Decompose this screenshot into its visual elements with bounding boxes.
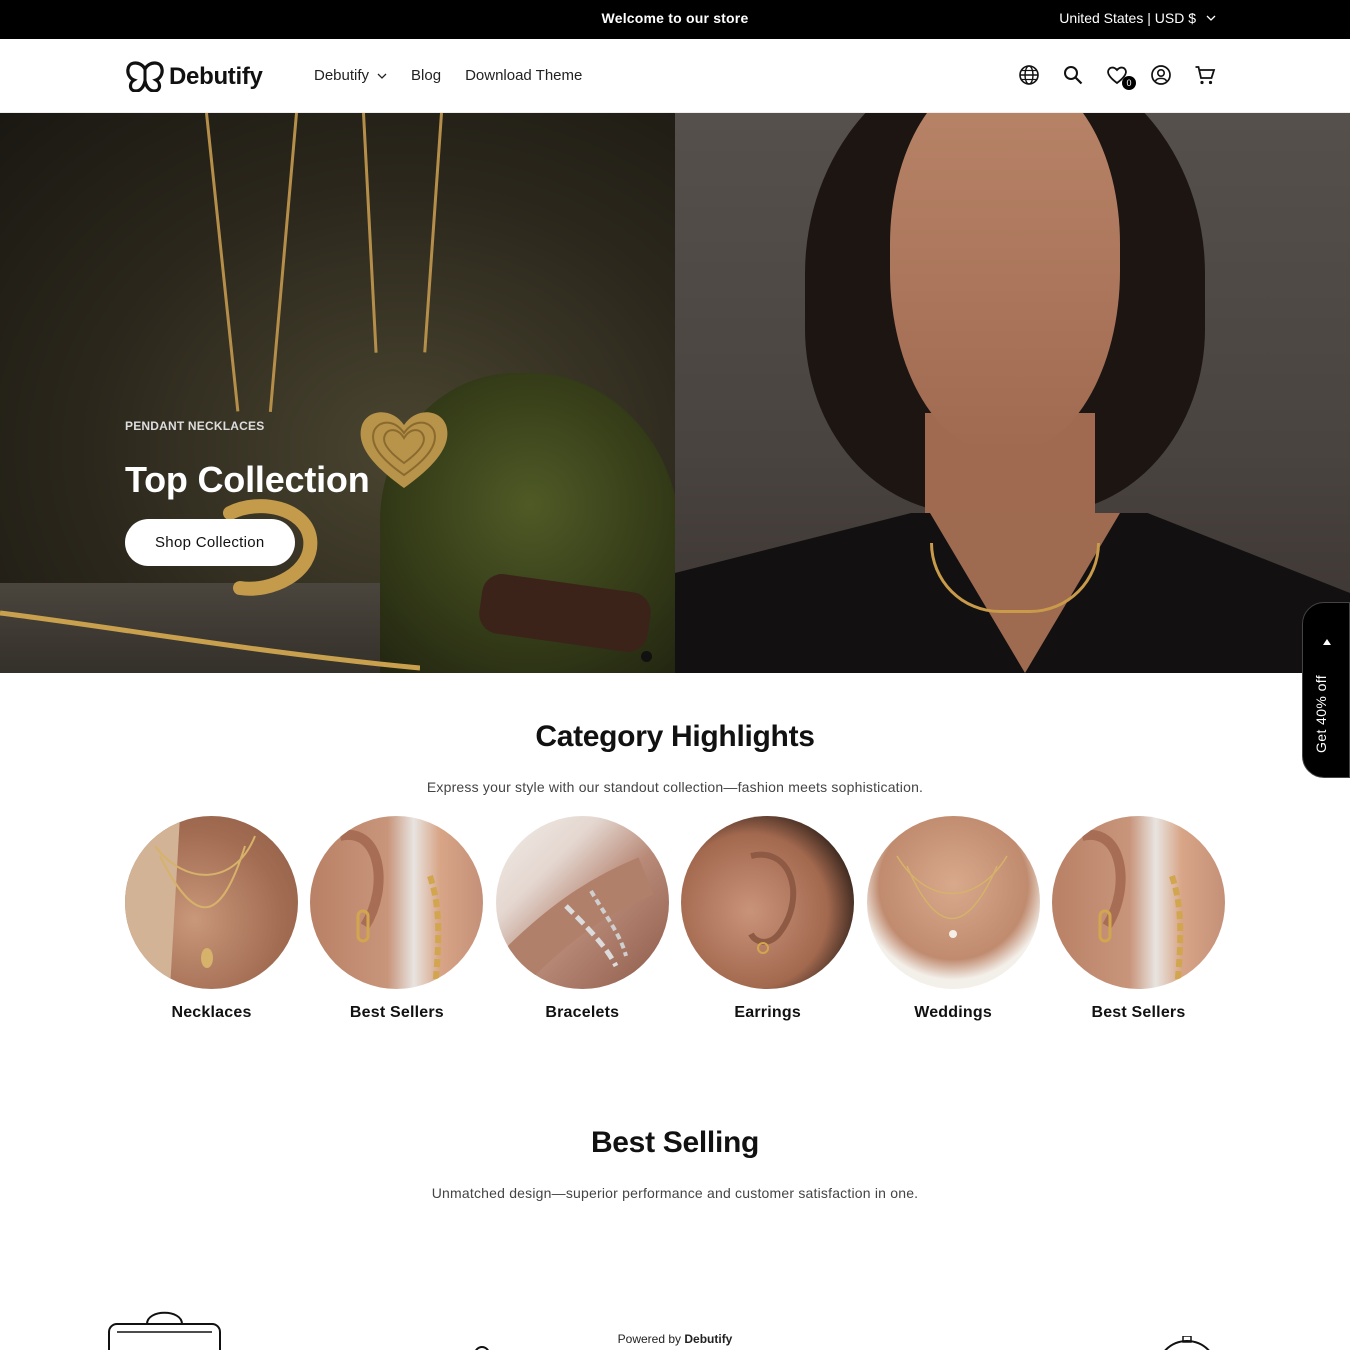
category-item-bracelets[interactable]: Bracelets — [495, 816, 669, 1022]
hero-image-necklace — [0, 113, 680, 673]
header-icons: 0 — [1018, 63, 1216, 90]
hero-banner: PENDANT NECKLACES Top Collection Shop Co… — [0, 113, 1350, 673]
category-image — [866, 816, 1040, 989]
chevron-down-icon — [377, 73, 387, 79]
category-highlights-title: Category Highlights — [535, 720, 815, 753]
category-image — [125, 816, 298, 989]
category-image — [1051, 816, 1225, 989]
model-face — [890, 113, 1120, 453]
category-item-best-sellers-2[interactable]: Best Sellers — [1051, 816, 1225, 1022]
wishlist-heart-icon[interactable]: 0 — [1106, 63, 1136, 90]
globe-icon[interactable] — [1018, 63, 1040, 87]
hero-chain — [268, 113, 298, 412]
wishlist-count-badge: 0 — [1122, 76, 1136, 90]
category-image — [681, 816, 855, 989]
best-selling-title: Best Selling — [590, 1126, 760, 1159]
hero-chain — [205, 113, 240, 412]
category-image — [495, 816, 669, 989]
nav-item-label: Download Theme — [465, 67, 583, 84]
nav-item-download-theme[interactable]: Download Theme — [465, 67, 582, 84]
hero-chain — [423, 113, 443, 353]
category-label: Bracelets — [545, 1004, 620, 1021]
category-item-necklaces[interactable]: Necklaces — [125, 816, 298, 1022]
hero-content: PENDANT NECKLACES Top Collection Shop Co… — [125, 419, 370, 566]
nav-item-label: Blog — [411, 67, 442, 84]
logo[interactable]: Debutify — [125, 61, 263, 92]
ring-icon — [474, 1346, 490, 1350]
main-nav: Debutify Blog Download Theme — [314, 67, 582, 84]
slider-dot-active[interactable] — [641, 651, 652, 662]
logo-text: Debutify — [169, 62, 263, 90]
account-icon[interactable] — [1150, 63, 1172, 87]
nav-item-debutify[interactable]: Debutify — [314, 67, 387, 84]
category-label: Weddings — [914, 1004, 992, 1021]
category-item-best-sellers[interactable]: Best Sellers — [310, 816, 484, 1022]
hero-chain — [362, 113, 378, 353]
logo-icon — [126, 61, 164, 92]
arrow-up-icon — [1323, 639, 1331, 645]
powered-by-prefix: Powered by — [617, 1332, 682, 1346]
category-item-weddings[interactable]: Weddings — [866, 816, 1040, 1022]
announcement-bar: Welcome to our store United States | USD… — [0, 0, 1350, 39]
locale-label: United States | USD $ — [1059, 10, 1196, 26]
nav-item-blog[interactable]: Blog — [411, 67, 441, 84]
watch-icon — [1164, 1336, 1210, 1350]
category-item-earrings[interactable]: Earrings — [681, 816, 855, 1022]
site-header: Debutify Debutify Blog Download Theme 0 — [0, 39, 1350, 113]
hero-image-model — [675, 113, 1350, 673]
category-image — [310, 816, 484, 989]
locale-selector[interactable]: United States | USD $ — [1059, 10, 1216, 26]
nav-item-label: Debutify — [314, 67, 370, 84]
category-list: Necklaces Best Sellers Bracelets Earring… — [125, 816, 1225, 1022]
hero-eyebrow: PENDANT NECKLACES — [125, 419, 265, 433]
category-label: Necklaces — [171, 1004, 252, 1021]
powered-by-brand[interactable]: Debutify — [684, 1332, 732, 1346]
category-label: Earrings — [734, 1004, 801, 1021]
hero-title: Top Collection — [125, 459, 370, 500]
category-label: Best Sellers — [1091, 1004, 1186, 1021]
search-icon[interactable] — [1062, 63, 1084, 87]
chevron-down-icon — [1206, 15, 1216, 21]
powered-by: Powered by Debutify — [0, 1332, 1350, 1346]
category-highlights-subtitle: Express your style with our standout col… — [426, 779, 924, 795]
category-label: Best Sellers — [349, 1004, 444, 1021]
shop-collection-button[interactable]: Shop Collection — [125, 519, 295, 566]
cart-icon[interactable] — [1194, 63, 1216, 87]
best-selling-subtitle: Unmatched design—superior performance an… — [431, 1185, 919, 1201]
